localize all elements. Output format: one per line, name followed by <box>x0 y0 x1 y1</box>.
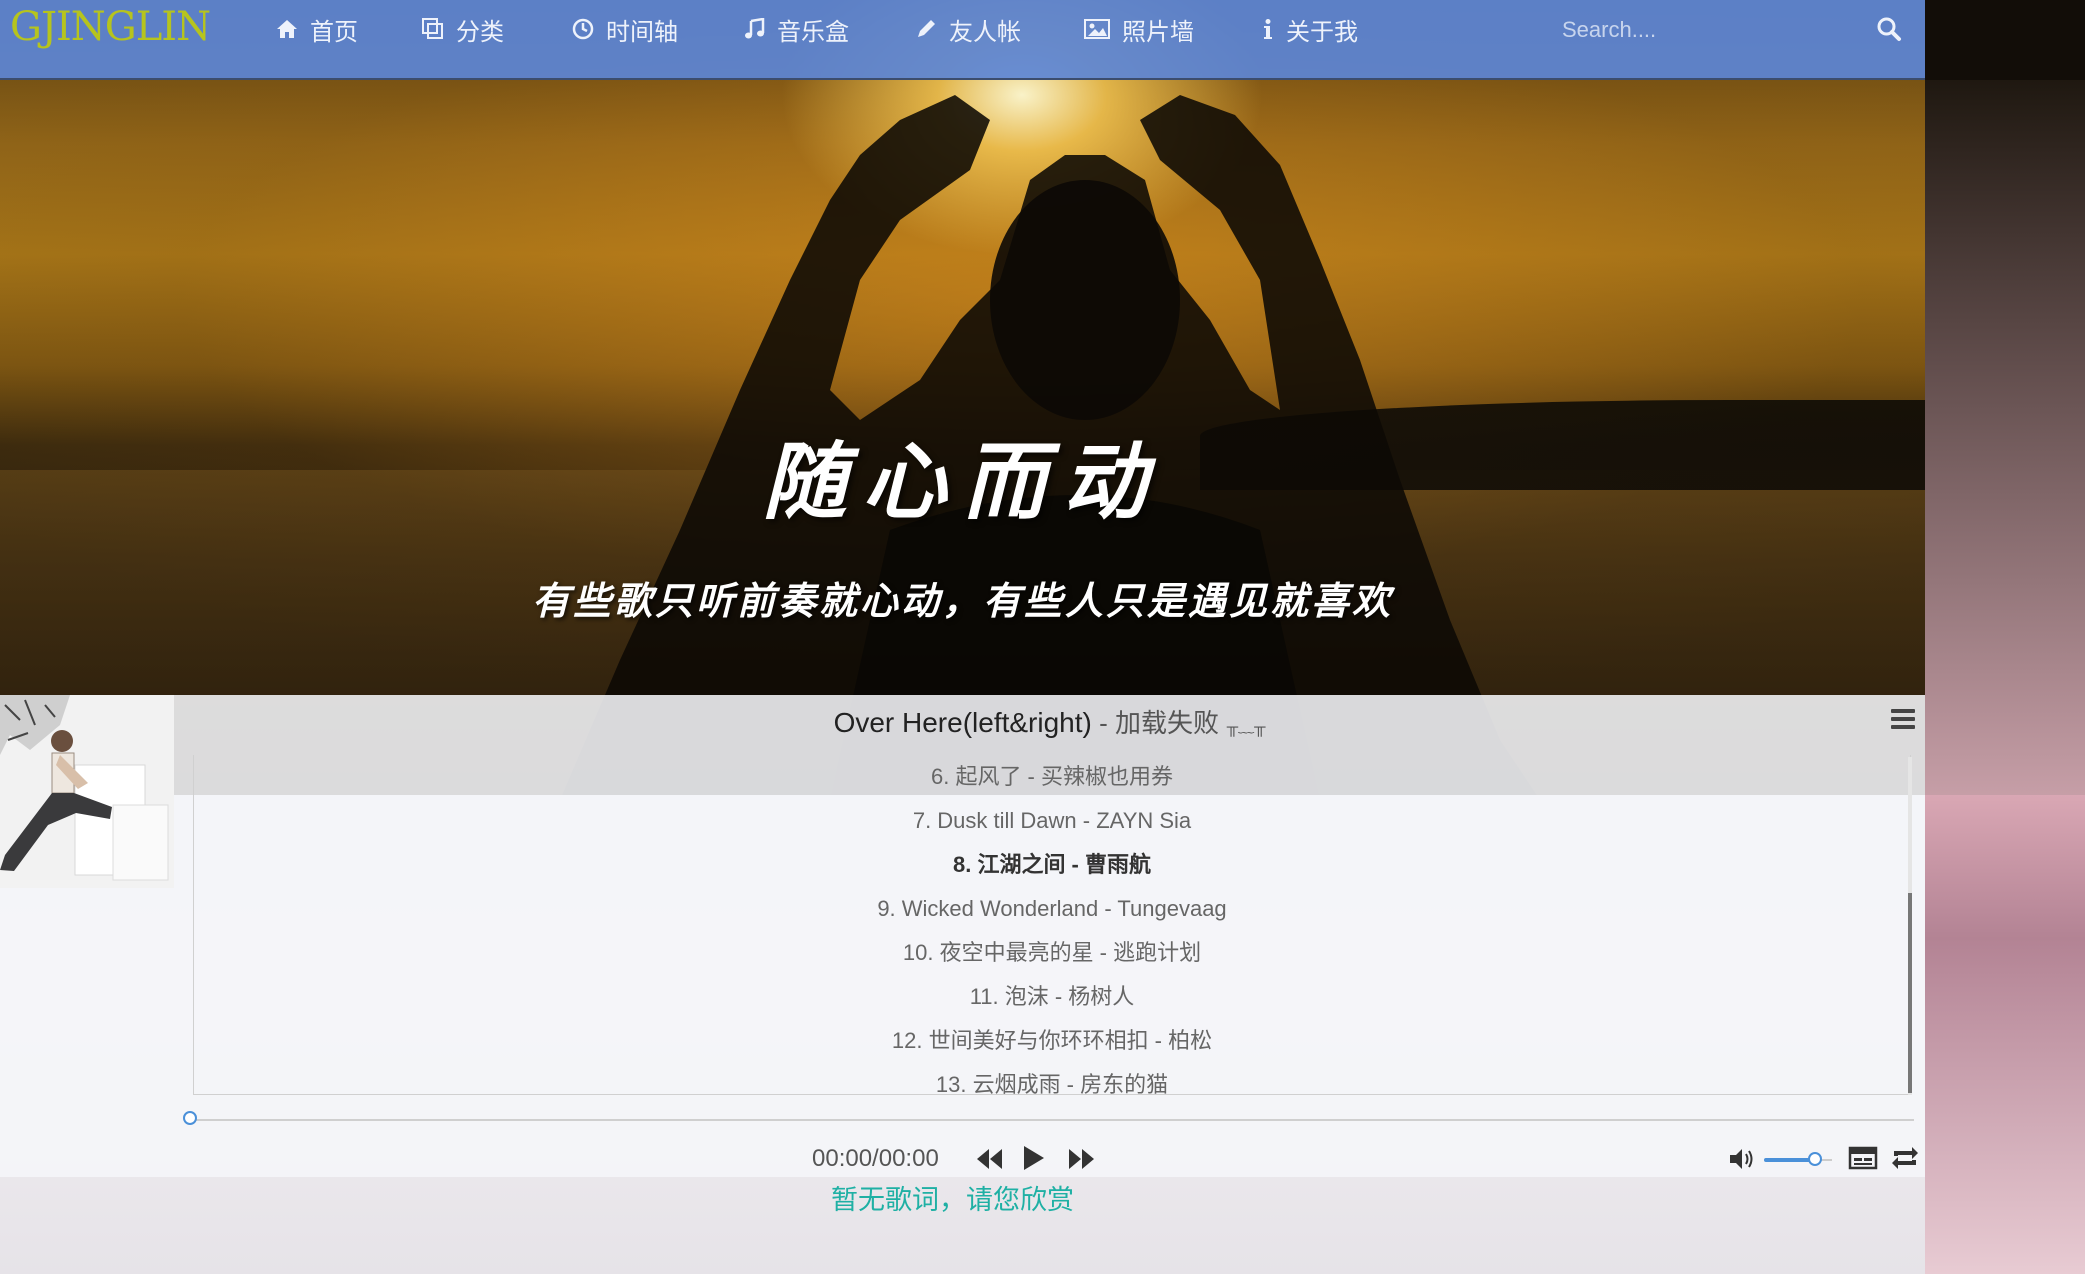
nav-category[interactable]: 分类 <box>422 0 504 58</box>
playlist-item[interactable]: 7. Dusk till Dawn - ZAYN Sia <box>194 799 1910 843</box>
side-top-strip <box>1925 0 2085 80</box>
music-icon <box>743 18 765 40</box>
search-icon[interactable] <box>1876 16 1902 42</box>
nav-about[interactable]: 关于我 <box>1262 0 1358 58</box>
playlist-item[interactable]: 11. 泡沫 - 杨树人 <box>194 975 1910 1019</box>
playlist-scrollbar[interactable] <box>1908 757 1912 1095</box>
loop-icon[interactable] <box>1890 1145 1920 1175</box>
now-playing-title: Over Here(left&right) - 加载失败 ╥﹏╥ <box>174 703 1925 740</box>
album-cover <box>0 695 174 888</box>
playlist-item[interactable]: 6. 起风了 - 买辣椒也用券 <box>194 755 1910 799</box>
now-playing-emote: ╥﹏╥ <box>1226 719 1266 736</box>
nav-about-label: 关于我 <box>1286 17 1358 46</box>
volume-icon[interactable] <box>1728 1147 1756 1175</box>
progress-knob[interactable] <box>183 1111 197 1125</box>
info-icon <box>1262 18 1274 40</box>
lyrics-text: 暂无歌词，请您欣赏 <box>831 1185 1074 1216</box>
nav-friends[interactable]: 友人帐 <box>915 0 1021 58</box>
home-icon <box>276 19 298 39</box>
progress-bar[interactable] <box>192 1119 1914 1121</box>
volume-knob[interactable] <box>1808 1152 1822 1166</box>
nav-timeline[interactable]: 时间轴 <box>572 0 678 58</box>
hero-title: 随心而动 <box>762 432 1163 531</box>
nav-friends-label: 友人帐 <box>949 17 1021 46</box>
playlist-scroll-thumb[interactable] <box>1908 893 1912 1093</box>
copy-icon <box>422 18 444 40</box>
playlist-item[interactable]: 13. 云烟成雨 - 房东的猫 <box>194 1063 1910 1107</box>
brand-logo[interactable]: GJINGLIN <box>10 4 211 50</box>
play-icon[interactable] <box>1022 1144 1046 1176</box>
nav-home-label: 首页 <box>310 17 358 46</box>
nav-category-label: 分类 <box>456 17 504 46</box>
search-input[interactable] <box>1560 10 1894 50</box>
playlist-item[interactable]: 8. 江湖之间 - 曹雨航 <box>194 843 1910 887</box>
playlist-item[interactable]: 12. 世间美好与你环环相扣 - 柏松 <box>194 1019 1910 1063</box>
nav-musicbox-label: 音乐盒 <box>777 17 849 46</box>
nav-home[interactable]: 首页 <box>276 0 358 58</box>
navbar: GJINGLIN 首页 分类 时间轴 音乐盒 友人帐 照片墙 关于我 Searc… <box>0 0 1925 80</box>
lower-side-background <box>1925 795 2085 1274</box>
now-playing-artist: - 加载失败 <box>1091 708 1219 738</box>
time-display: 00:00/00:00 <box>812 1145 939 1172</box>
previous-icon[interactable] <box>975 1146 1003 1176</box>
lyrics-toggle-icon[interactable] <box>1848 1146 1878 1174</box>
playlist-item[interactable]: 9. Wicked Wonderland - Tungevaag <box>194 887 1910 931</box>
now-playing-song: Over Here(left&right) <box>833 707 1092 738</box>
picture-icon <box>1084 18 1110 40</box>
clock-icon <box>572 18 594 40</box>
nav-timeline-label: 时间轴 <box>606 17 678 46</box>
nav-photos[interactable]: 照片墙 <box>1084 0 1194 58</box>
playlist-menu-icon[interactable] <box>1890 707 1916 733</box>
pencil-icon <box>915 18 937 40</box>
hero-subtitle: 有些歌只听前奏就心动，有些人只是遇见就喜欢 <box>531 578 1393 623</box>
playlist-item[interactable]: 10. 夜空中最亮的星 - 逃跑计划 <box>194 931 1910 975</box>
nav-photos-label: 照片墙 <box>1122 17 1194 46</box>
playlist[interactable]: 6. 起风了 - 买辣椒也用券 7. Dusk till Dawn - ZAYN … <box>193 755 1911 1097</box>
nav-musicbox[interactable]: 音乐盒 <box>743 0 849 58</box>
music-player: Over Here(left&right) - 加载失败 ╥﹏╥ 6. 起风了 … <box>0 695 1925 1177</box>
next-icon[interactable] <box>1068 1146 1096 1176</box>
